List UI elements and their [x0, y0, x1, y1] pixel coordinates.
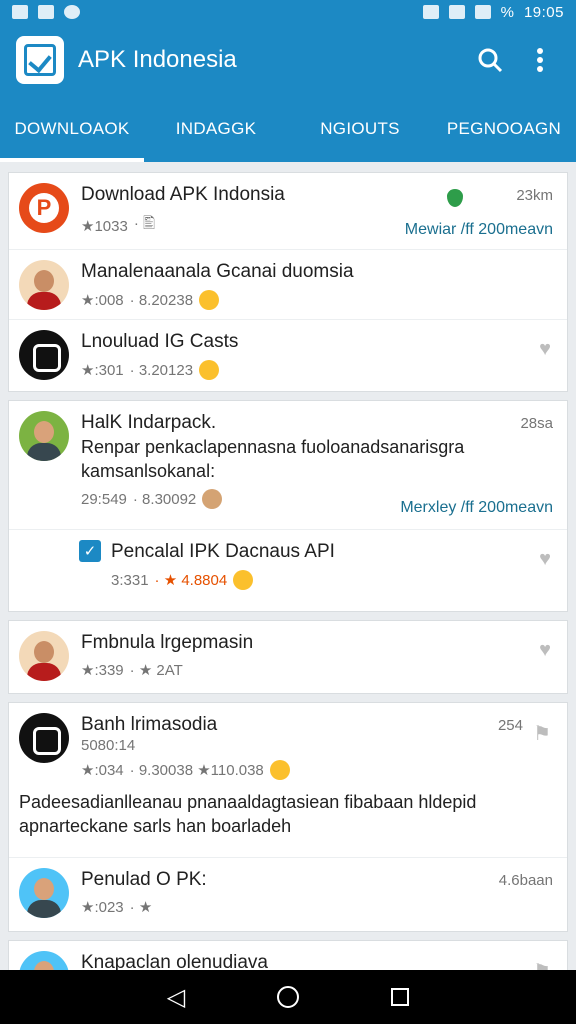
search-button[interactable] — [470, 40, 510, 80]
avatar — [19, 631, 69, 681]
item-extra: · 8.20238 — [129, 291, 194, 309]
list-card: Download APK Indonsia ★1033 · 🖺 23km Mewi… — [8, 172, 568, 392]
list-item[interactable]: ✓ Pencalal IPK Dacnaus API 3:331 · ★ 4.88… — [9, 529, 567, 611]
item-title: HalK Indarpack. — [81, 412, 217, 433]
item-description: Renpar penkaclapennasna fuoloanadsanaris… — [81, 437, 465, 481]
item-link[interactable]: Merxley /ff 200meavn — [400, 499, 553, 517]
app-logo — [16, 36, 64, 84]
item-subtitle: 5080:14 — [81, 737, 136, 754]
item-title: Download APK Indonsia — [81, 184, 285, 205]
recents-button[interactable] — [387, 984, 413, 1010]
item-extra: · 3.20123 — [129, 361, 194, 379]
checkbox[interactable]: ✓ — [79, 540, 101, 562]
tab-pegnooagn[interactable]: PEGNOOAGN — [432, 96, 576, 162]
item-distance: 4.6baan — [498, 872, 553, 889]
sync-icon — [64, 5, 80, 19]
item-extra: · ★ 4.8804 — [154, 572, 228, 589]
list-item[interactable]: Penulad O PK: ★:023 · ★ 4.6baan — [9, 857, 567, 931]
back-icon: ◁ — [166, 983, 186, 1011]
item-extra: · 9.30038 ★110.038 — [129, 762, 264, 779]
recents-icon — [391, 988, 409, 1006]
tab-download[interactable]: DOWNLOAOK — [0, 96, 144, 162]
wifi-icon — [448, 5, 465, 19]
avatar — [19, 411, 69, 461]
app-list: Download APK Indonsia ★1033 · 🖺 23km Mewi… — [0, 162, 576, 970]
list-item[interactable]: HalK Indarpack. Renpar penkaclapennasna … — [9, 401, 567, 529]
item-distance: 254 — [497, 717, 523, 734]
heart-icon[interactable]: ♥ — [539, 338, 551, 361]
item-rating: 29:549 — [81, 490, 127, 508]
list-item[interactable]: Banh lrimasodia 5080:14 ★:034 · 9.30038 ★… — [9, 703, 567, 857]
item-rating: ★:301 — [81, 362, 124, 379]
emoji-icon — [269, 760, 290, 780]
lock-icon — [422, 5, 439, 19]
home-button[interactable] — [275, 984, 301, 1010]
tab-indagg[interactable]: INDAGGK — [144, 96, 288, 162]
list-item[interactable]: Knapaclan olenudiava ⚑ — [9, 941, 567, 970]
search-icon — [478, 48, 503, 73]
heart-icon[interactable]: ♥ — [539, 639, 551, 662]
emoji-icon — [199, 290, 220, 310]
app-icon — [19, 713, 69, 763]
avatar — [19, 260, 69, 310]
list-card: Fmbnula lrgepmasin ★:339 · ★ 2AT ♥ — [8, 620, 568, 694]
app-bar: APK Indonesia — [0, 24, 576, 96]
avatar — [19, 951, 69, 970]
list-card: Banh lrimasodia 5080:14 ★:034 · 9.30038 ★… — [8, 702, 568, 932]
list-card: Knapaclan olenudiava ⚑ — [8, 940, 568, 970]
item-distance: 23km — [516, 187, 553, 204]
list-card: HalK Indarpack. Renpar penkaclapennasna … — [8, 400, 568, 612]
clock: 19:05 — [523, 3, 564, 21]
notification-icon — [12, 5, 28, 19]
item-title: Knapaclan olenudiava — [81, 952, 268, 970]
home-icon — [277, 986, 299, 1008]
emoji-icon — [233, 570, 254, 590]
back-button[interactable]: ◁ — [163, 983, 189, 1011]
item-rating: ★:034 — [81, 762, 124, 779]
tab-ngiouts[interactable]: NGIOUTS — [288, 96, 432, 162]
item-title: Penulad O PK: — [81, 869, 207, 890]
list-item[interactable]: Download APK Indonsia ★1033 · 🖺 23km Mewi… — [9, 173, 567, 249]
item-title: Pencalal IPK Dacnaus API — [111, 541, 335, 562]
item-extra: · 8.30092 — [132, 490, 197, 508]
emoji-icon — [199, 360, 220, 380]
list-item[interactable]: Fmbnula lrgepmasin ★:339 · ★ 2AT ♥ — [9, 621, 567, 693]
item-rating: ★:339 — [81, 662, 124, 679]
app-icon — [19, 183, 69, 233]
item-title: Banh lrimasodia — [81, 714, 218, 735]
status-bar: % 19:05 — [0, 0, 576, 24]
heart-icon[interactable]: ♥ — [539, 548, 551, 571]
emoji-icon — [202, 489, 223, 509]
app-title: APK Indonesia — [78, 46, 237, 73]
item-rating: ★1033 — [81, 217, 128, 235]
overflow-menu-button[interactable] — [520, 40, 560, 80]
item-description: Padeesadianlleanau pnanaaldagtasiean fib… — [19, 792, 477, 836]
flag-icon[interactable]: ⚑ — [533, 721, 551, 746]
item-rating: ★:023 — [81, 899, 124, 916]
sd-card-icon — [38, 5, 54, 19]
tab-bar: DOWNLOAOK INDAGGK NGIOUTS PEGNOOAGN — [0, 96, 576, 162]
list-item[interactable]: Manalenaanala Gcanai duomsia ★:008 · 8.20… — [9, 249, 567, 319]
app-icon — [19, 330, 69, 380]
item-link[interactable]: Mewiar /ff 200meavn — [405, 221, 553, 239]
item-distance: 28sa — [520, 415, 553, 432]
signal-icon — [474, 5, 491, 19]
item-title: Fmbnula lrgepmasin — [81, 632, 254, 653]
list-item[interactable]: Lnouluad IG Casts ★:301 · 3.20123 ♥ — [9, 319, 567, 391]
item-title: Lnouluad IG Casts — [81, 331, 239, 352]
item-rating: 3:331 — [111, 571, 149, 589]
more-vert-icon — [537, 48, 543, 72]
battery-label: % — [500, 3, 514, 21]
flag-icon[interactable]: ⚑ — [533, 959, 551, 970]
item-extra: · ★ 2AT — [129, 662, 183, 679]
system-nav-bar: ◁ — [0, 970, 576, 1024]
item-rating: ★:008 — [81, 292, 124, 309]
item-title: Manalenaanala Gcanai duomsia — [81, 261, 354, 282]
avatar — [19, 868, 69, 918]
item-extra: · ★ — [129, 899, 153, 916]
item-extra: · 🖺 — [133, 215, 156, 232]
